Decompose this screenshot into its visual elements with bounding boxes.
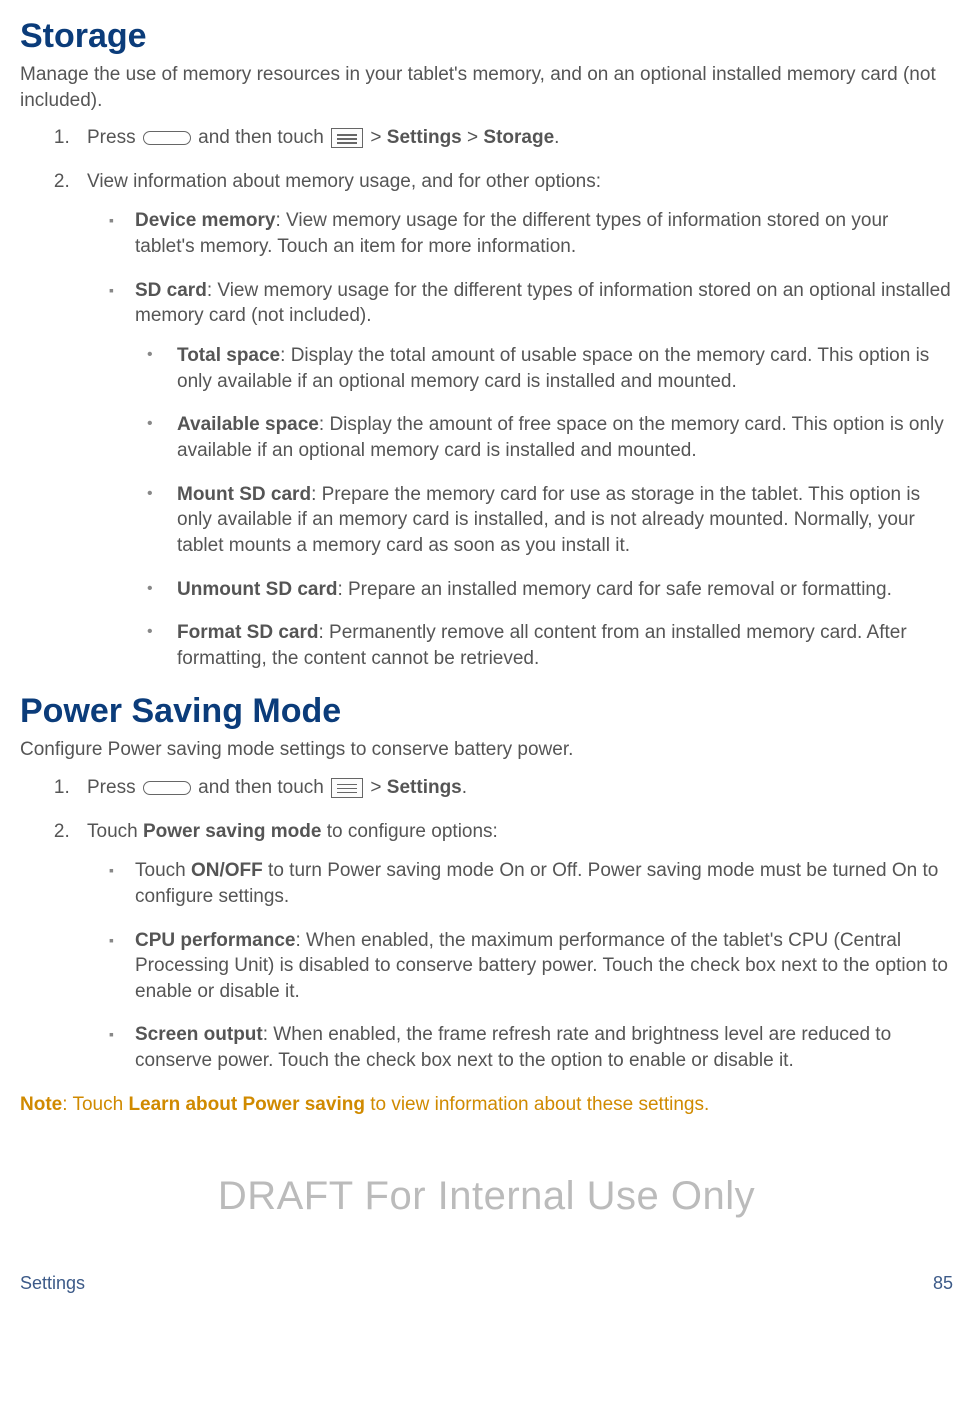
text: >: [365, 127, 387, 148]
text: View information about memory usage, and…: [87, 171, 601, 192]
power-step-1: Press and then touch > Settings.: [75, 775, 953, 801]
power-intro: Configure Power saving mode settings to …: [20, 737, 953, 763]
text: : Prepare an installed memory card for s…: [337, 579, 891, 600]
menu-icon: [331, 128, 363, 148]
storage-steps: Press and then touch > Settings > Storag…: [20, 125, 953, 671]
text: Press: [87, 127, 141, 148]
power-saving-mode-label: Power saving mode: [143, 821, 321, 842]
text: Touch: [135, 860, 191, 881]
cpu-performance-label: CPU performance: [135, 930, 296, 951]
footer-section: Settings: [20, 1271, 85, 1295]
total-space-label: Total space: [177, 345, 280, 366]
settings-label: Settings: [387, 777, 462, 798]
storage-heading: Storage: [20, 14, 953, 60]
text: >: [462, 127, 484, 148]
unmount-sd-label: Unmount SD card: [177, 579, 337, 600]
menu-icon: [331, 778, 363, 798]
list-item: CPU performance: When enabled, the maxim…: [117, 928, 953, 1005]
text: Press: [87, 777, 141, 798]
text: >: [365, 777, 387, 798]
list-item: Touch ON/OFF to turn Power saving mode O…: [117, 858, 953, 909]
home-button-icon: [143, 781, 191, 795]
format-sd-label: Format SD card: [177, 622, 318, 643]
text: : Display the total amount of usable spa…: [177, 345, 929, 392]
sd-card-sublist: Total space: Display the total amount of…: [135, 343, 953, 671]
sd-card-label: SD card: [135, 280, 207, 301]
page-footer: Settings 85: [20, 1271, 953, 1295]
text: .: [554, 127, 559, 148]
storage-intro: Manage the use of memory resources in yo…: [20, 62, 953, 113]
text: and then touch: [193, 127, 329, 148]
text: .: [462, 777, 467, 798]
storage-options: Device memory : View memory usage for the…: [87, 208, 953, 671]
settings-label: Settings: [387, 127, 462, 148]
available-space-label: Available space: [177, 414, 319, 435]
list-item: Mount SD card: Prepare the memory card f…: [143, 482, 953, 559]
mount-sd-label: Mount SD card: [177, 484, 311, 505]
text: and then touch: [193, 777, 329, 798]
storage-step-2: View information about memory usage, and…: [75, 169, 953, 672]
storage-label: Storage: [483, 127, 554, 148]
text: to configure options:: [321, 821, 497, 842]
storage-step-1: Press and then touch > Settings > Storag…: [75, 125, 953, 151]
learn-about-label: Learn about Power saving: [128, 1094, 365, 1115]
text: : View memory usage for the different ty…: [135, 280, 951, 327]
power-options: Touch ON/OFF to turn Power saving mode O…: [87, 858, 953, 1073]
list-item: Unmount SD card: Prepare an installed me…: [143, 577, 953, 603]
power-step-2: Touch Power saving mode to configure opt…: [75, 819, 953, 1074]
text: : Touch: [62, 1094, 128, 1115]
power-heading: Power Saving Mode: [20, 689, 953, 735]
home-button-icon: [143, 131, 191, 145]
list-item: SD card: View memory usage for the diffe…: [117, 278, 953, 672]
text: to view information about these settings…: [365, 1094, 709, 1115]
text: Touch: [87, 821, 143, 842]
screen-output-label: Screen output: [135, 1024, 263, 1045]
list-item: Total space: Display the total amount of…: [143, 343, 953, 394]
list-item: Format SD card: Permanently remove all c…: [143, 620, 953, 671]
device-memory-label: Device memory: [135, 210, 275, 231]
list-item: Screen output: When enabled, the frame r…: [117, 1022, 953, 1073]
draft-watermark: DRAFT For Internal Use Only: [20, 1169, 953, 1223]
footer-page-number: 85: [933, 1271, 953, 1295]
note: Note: Touch Learn about Power saving to …: [20, 1092, 953, 1118]
power-steps: Press and then touch > Settings. Touch P…: [20, 775, 953, 1074]
list-item: Device memory: View memory usage for the…: [117, 208, 953, 259]
list-item: Available space: Display the amount of f…: [143, 412, 953, 463]
on-off-label: ON/OFF: [191, 860, 263, 881]
note-label: Note: [20, 1094, 62, 1115]
